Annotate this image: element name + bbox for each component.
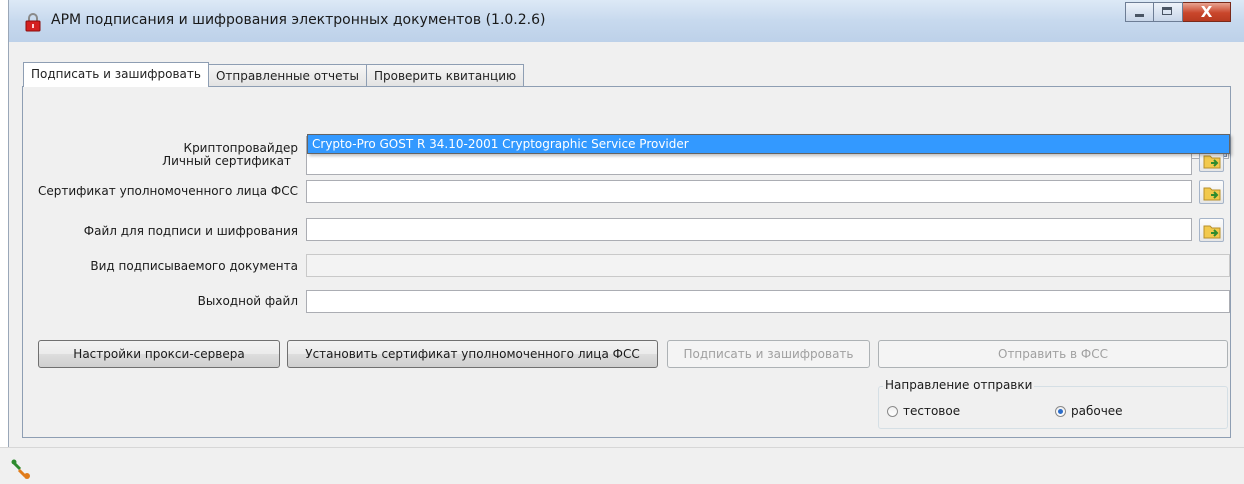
crypto-provider-dropdown: Crypto-Pro GOST R 34.10-2001 Cryptograph… <box>307 134 1230 154</box>
crypto-provider-label: Криптопровайдер <box>183 141 298 155</box>
send-fss-button[interactable]: Отправить в ФСС <box>878 340 1228 368</box>
window-title: АРМ подписания и шифрования электронных … <box>51 12 546 28</box>
close-icon: X <box>1200 3 1213 21</box>
install-fss-cert-button[interactable]: Установить сертификат уполномоченного ли… <box>287 340 658 368</box>
radio-test-label: тестовое <box>903 404 961 418</box>
sign-file-label: Файл для подписи и шифрования <box>83 224 298 238</box>
send-direction-group: Направление отправки тестовое рабочее <box>878 378 1228 429</box>
sign-encrypt-button[interactable]: Подписать и зашифровать <box>667 340 870 368</box>
maximize-button[interactable] <box>1154 2 1183 22</box>
tab-strip: Подписать и зашифровать Отправленные отч… <box>23 62 525 87</box>
caption-buttons: X <box>1125 2 1231 24</box>
connection-status-icon <box>11 459 30 479</box>
sign-file-field[interactable] <box>306 218 1192 241</box>
padlock-icon <box>25 13 41 32</box>
radio-checked-icon <box>1055 405 1066 417</box>
personal-cert-field[interactable] <box>306 152 1192 175</box>
radio-production-label: рабочее <box>1071 404 1123 418</box>
output-file-field[interactable] <box>306 290 1230 313</box>
radio-test[interactable]: тестовое <box>887 404 960 418</box>
proxy-settings-button[interactable]: Настройки прокси-сервера <box>38 340 280 368</box>
personal-cert-label: Личный сертификат <box>162 154 291 168</box>
output-file-label: Выходной файл <box>197 294 298 308</box>
folder-arrow-icon <box>1203 225 1221 239</box>
doc-type-field <box>306 254 1230 277</box>
browse-fss-cert-button[interactable] <box>1199 180 1224 204</box>
tab-sent-reports[interactable]: Отправленные отчеты <box>207 64 367 86</box>
title-bar[interactable]: АРМ подписания и шифрования электронных … <box>9 0 1244 42</box>
folder-arrow-icon <box>1203 155 1221 169</box>
dropdown-option-crypto-pro[interactable]: Crypto-Pro GOST R 34.10-2001 Cryptograph… <box>308 135 1229 153</box>
fss-cert-field[interactable] <box>306 180 1192 203</box>
fss-cert-label: Сертификат уполномоченного лица ФСС <box>37 184 298 198</box>
status-bar <box>0 447 1244 484</box>
browse-sign-file-button[interactable] <box>1199 218 1224 242</box>
radio-production[interactable]: рабочее <box>1055 404 1123 418</box>
minimize-button[interactable] <box>1125 2 1154 22</box>
send-direction-title: Направление отправки <box>883 378 1035 392</box>
tab-sign-encrypt[interactable]: Подписать и зашифровать <box>23 62 209 87</box>
close-button[interactable]: X <box>1183 2 1231 22</box>
doc-type-label: Вид подписываемого документа <box>90 259 298 273</box>
folder-arrow-icon <box>1203 187 1221 201</box>
radio-unchecked-icon <box>887 405 898 417</box>
tab-check-receipt[interactable]: Проверить квитанцию <box>365 64 525 86</box>
